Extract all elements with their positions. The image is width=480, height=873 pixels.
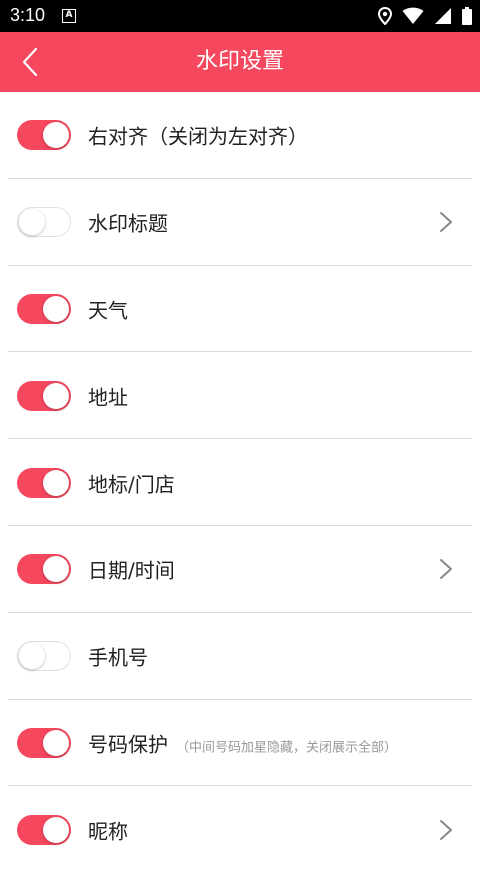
setting-label: 号码保护 xyxy=(88,732,168,757)
toggle-knob xyxy=(19,209,45,236)
address-toggle[interactable] xyxy=(17,380,71,411)
settings-list: 右对齐（关闭为左对齐） 水印标题 天气 地址 地标/门店 日期/时间 手机号 号… xyxy=(0,92,480,873)
toggle-knob xyxy=(43,729,69,756)
location-icon xyxy=(378,7,392,25)
chevron-right-icon[interactable] xyxy=(438,818,454,842)
watermark-title-toggle[interactable] xyxy=(17,207,71,238)
toggle-knob xyxy=(19,643,45,670)
chevron-right-icon[interactable] xyxy=(438,210,454,234)
battery-icon xyxy=(462,7,472,25)
notification-a-icon: A xyxy=(62,9,76,23)
setting-row-weather: 天气 xyxy=(0,266,480,353)
toggle-knob xyxy=(43,122,69,149)
setting-label: 地标/门店 xyxy=(88,472,175,497)
setting-label: 地址 xyxy=(88,385,128,410)
wifi-icon xyxy=(402,7,424,24)
setting-label: 水印标题 xyxy=(88,211,168,236)
phone-toggle[interactable] xyxy=(17,641,71,672)
setting-label: 右对齐（关闭为左对齐） xyxy=(88,124,308,149)
signal-icon xyxy=(435,8,451,24)
setting-row-phone: 手机号 xyxy=(0,613,480,700)
setting-row-nickname[interactable]: 昵称 xyxy=(0,786,480,873)
datetime-toggle[interactable] xyxy=(17,554,71,585)
toggle-knob xyxy=(43,816,69,843)
app-bar: 水印设置 xyxy=(0,32,480,92)
weather-toggle[interactable] xyxy=(17,293,71,324)
landmark-toggle[interactable] xyxy=(17,467,71,498)
nickname-toggle[interactable] xyxy=(17,814,71,845)
setting-row-number-protection: 号码保护 （中间号码加星隐藏，关闭展示全部） xyxy=(0,700,480,787)
toggle-knob xyxy=(43,295,69,322)
setting-label: 天气 xyxy=(88,298,128,323)
toggle-knob xyxy=(43,382,69,409)
setting-hint: （中间号码加星隐藏，关闭展示全部） xyxy=(176,740,398,756)
setting-label: 日期/时间 xyxy=(88,558,175,583)
status-bar: 3:10 A xyxy=(0,0,480,32)
setting-label: 手机号 xyxy=(88,645,148,670)
setting-row-datetime[interactable]: 日期/时间 xyxy=(0,526,480,613)
setting-row-right-align: 右对齐（关闭为左对齐） xyxy=(0,92,480,179)
status-time: 3:10 xyxy=(10,5,46,25)
setting-row-landmark: 地标/门店 xyxy=(0,439,480,526)
setting-row-address: 地址 xyxy=(0,352,480,440)
toggle-knob xyxy=(43,469,69,496)
status-icons xyxy=(378,6,472,26)
right-align-toggle[interactable] xyxy=(17,120,71,151)
page-title: 水印设置 xyxy=(195,49,284,74)
chevron-right-icon[interactable] xyxy=(438,557,454,581)
toggle-knob xyxy=(43,556,69,583)
number-protection-toggle[interactable] xyxy=(17,727,71,758)
setting-row-watermark-title[interactable]: 水印标题 xyxy=(0,179,480,266)
setting-label: 昵称 xyxy=(88,819,128,844)
